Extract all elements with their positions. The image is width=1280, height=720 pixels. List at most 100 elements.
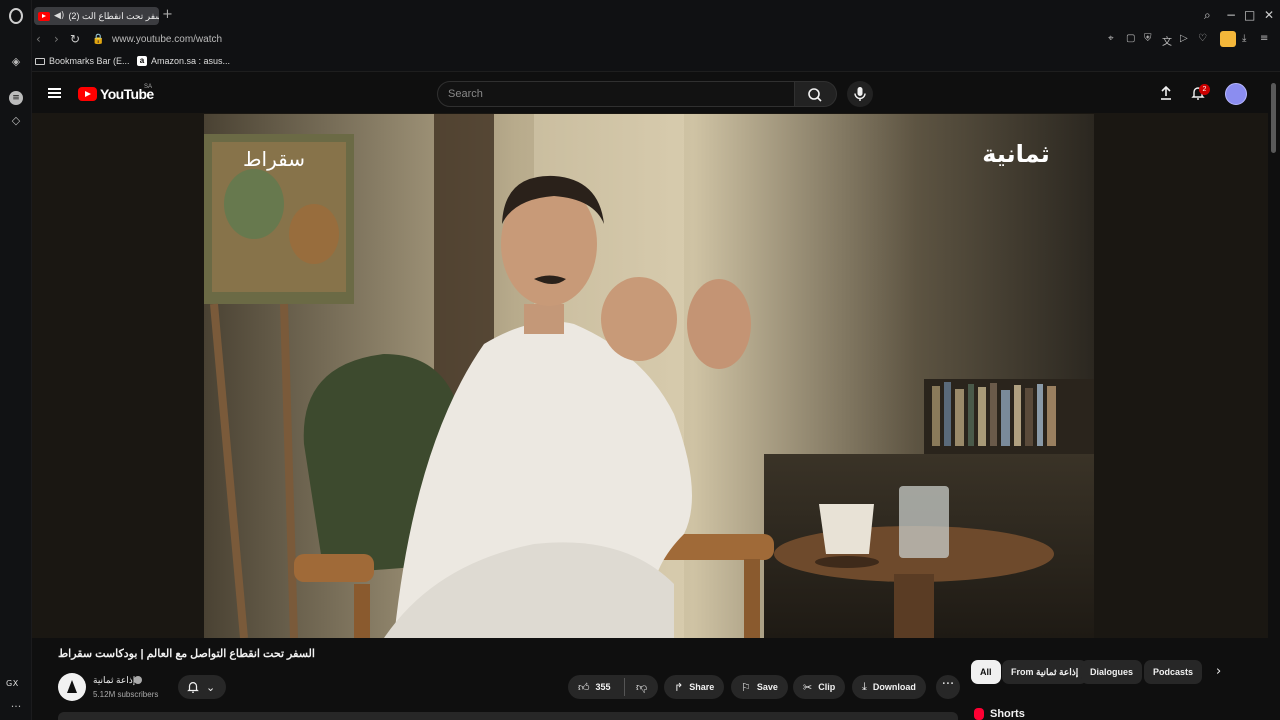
dislike-button[interactable]: 👎︎ — [628, 675, 658, 699]
forward-icon[interactable]: › — [54, 32, 59, 46]
more-actions-icon[interactable]: ··· — [936, 675, 960, 699]
share-icon: ↱ — [674, 680, 684, 694]
youtube-header: YouTube SA Search 2 — [32, 73, 1268, 113]
like-count[interactable]: 355 — [596, 682, 611, 692]
map-land — [224, 169, 284, 239]
page-scrollbar[interactable] — [1268, 73, 1280, 720]
scrollbar-thumb[interactable] — [1271, 83, 1276, 153]
armchair-leg — [744, 559, 760, 638]
download-arrow-icon: ⤓ — [862, 680, 867, 693]
side-table-leg — [894, 574, 934, 638]
overlay-channel-logo: ثمانية — [982, 140, 1049, 168]
bell-icon — [187, 682, 199, 693]
chip-from-channel[interactable]: From إذاعة ثمانية — [1002, 660, 1088, 684]
maximize-icon[interactable]: □ — [1244, 8, 1255, 22]
notification-badge: 2 — [1199, 84, 1210, 95]
overlay-podcast-name: سقراط — [243, 147, 305, 171]
channel-name[interactable]: إذاعة ثمانية — [93, 675, 135, 686]
dislike-icon: 👎︎ — [636, 680, 648, 694]
save-label: Save — [756, 682, 778, 692]
youtube-logo-icon — [78, 87, 97, 101]
coffee-cup — [819, 504, 874, 554]
heart-icon[interactable]: ♡ — [1198, 33, 1207, 44]
menu-icon[interactable]: ≡ — [9, 91, 23, 105]
download-icon[interactable]: ⤓ — [1242, 33, 1246, 44]
download-button[interactable]: ⤓ Download — [852, 675, 926, 699]
tab-youtube[interactable]: ◀) (2) السفر تحت انقطاع الت — [34, 7, 159, 25]
translate-icon[interactable]: 文 — [1162, 33, 1172, 48]
search-tabs-icon[interactable]: ⌕ — [1204, 8, 1211, 23]
upload-icon[interactable] — [1158, 85, 1174, 101]
hamburger-menu-icon[interactable] — [48, 88, 61, 98]
chip-dialogues[interactable]: Dialogues — [1081, 660, 1143, 684]
books — [932, 382, 1056, 446]
url-field[interactable]: www.youtube.com/watch — [112, 34, 222, 45]
description-box[interactable] — [58, 712, 958, 720]
scissors-icon: ✂ — [803, 680, 813, 694]
subscribe-bell-button[interactable]: ⌄ — [178, 675, 226, 699]
clip-button[interactable]: ✂ Clip — [793, 675, 846, 699]
bookmark-label: Bookmarks Bar (E... — [49, 56, 130, 66]
armchair-arm — [294, 554, 374, 582]
video-frame[interactable]: سقراط ثمانية — [204, 114, 1094, 638]
ai-icon[interactable]: ◈ — [9, 55, 23, 69]
diamond-icon[interactable]: ◇ — [9, 114, 23, 128]
shorts-icon — [974, 708, 984, 720]
minimize-icon[interactable]: − — [1226, 8, 1236, 22]
search-input[interactable]: Search — [437, 81, 795, 107]
opera-logo-icon[interactable] — [9, 8, 23, 24]
search-icon — [808, 88, 822, 102]
clip-label: Clip — [818, 682, 836, 692]
back-icon[interactable]: ‹ — [36, 32, 41, 46]
tab-title: (2) السفر تحت انقطاع الت — [68, 10, 159, 21]
reload-icon[interactable]: ↻ — [70, 32, 80, 46]
close-icon[interactable]: ✕ — [1264, 8, 1274, 22]
speaker-icon[interactable]: ◀) — [54, 11, 64, 21]
lock-icon: 🔒 — [92, 34, 105, 45]
extension-icon[interactable] — [1220, 31, 1236, 47]
subscriber-count: 5.12M subscribers — [93, 690, 159, 699]
save-button[interactable]: ⚐ Save — [731, 675, 788, 699]
video-player[interactable]: سقراط ثمانية — [32, 113, 1268, 638]
folder-icon — [35, 57, 45, 65]
chevron-right-icon[interactable]: › — [1216, 664, 1221, 679]
chevron-down-icon: ⌄ — [206, 680, 216, 694]
coaster — [815, 556, 879, 568]
water-glass — [899, 486, 949, 558]
voice-search-button[interactable] — [847, 81, 873, 107]
play-icon[interactable]: ▷ — [1180, 33, 1188, 44]
bookmarks-bar: Bookmarks Bar (E... a Amazon.sa : asus..… — [32, 52, 1280, 72]
microphone-icon — [854, 87, 866, 101]
browser-sidebar: ◈ ≡ ◇ GX ··· — [0, 0, 32, 720]
new-tab-icon[interactable]: + — [162, 7, 173, 22]
youtube-favicon-icon — [38, 11, 50, 21]
country-code: SA — [144, 84, 153, 90]
easy-setup-icon[interactable]: ≡ — [1260, 33, 1268, 44]
snapshot-icon[interactable]: ▢ — [1126, 33, 1135, 44]
youtube-logo[interactable]: YouTube — [78, 86, 154, 102]
map-land — [289, 204, 339, 264]
download-label: Download — [872, 682, 916, 692]
bookmark-label: Amazon.sa : asus... — [151, 56, 231, 66]
armchair-leg — [354, 584, 370, 638]
chip-podcasts[interactable]: Podcasts — [1144, 660, 1203, 684]
pin-icon[interactable]: ⌖ — [1108, 33, 1114, 44]
bookmark-folder[interactable]: Bookmarks Bar (E... — [35, 56, 130, 66]
verified-icon — [134, 676, 142, 684]
shorts-label: Shorts — [990, 708, 1025, 720]
person-hands — [687, 279, 751, 369]
chip-all[interactable]: All — [971, 660, 1001, 684]
gx-label[interactable]: GX — [6, 679, 19, 688]
tab-bar: ◀) (2) السفر تحت انقطاع الت + ⌕ − □ ✕ — [32, 0, 1280, 30]
search-button[interactable] — [795, 81, 837, 107]
share-button[interactable]: ↱ Share — [664, 675, 725, 699]
shield-icon[interactable]: ⛨ — [1144, 33, 1152, 44]
shorts-section-heading: Shorts — [974, 708, 1025, 720]
amazon-icon: a — [137, 56, 147, 66]
like-icon[interactable]: 👍︎ — [578, 681, 590, 694]
bookmark-amazon[interactable]: a Amazon.sa : asus... — [137, 56, 230, 66]
person-neck — [524, 304, 564, 334]
more-icon[interactable]: ··· — [9, 700, 23, 714]
channel-avatar[interactable] — [58, 673, 86, 701]
avatar[interactable] — [1225, 83, 1247, 105]
